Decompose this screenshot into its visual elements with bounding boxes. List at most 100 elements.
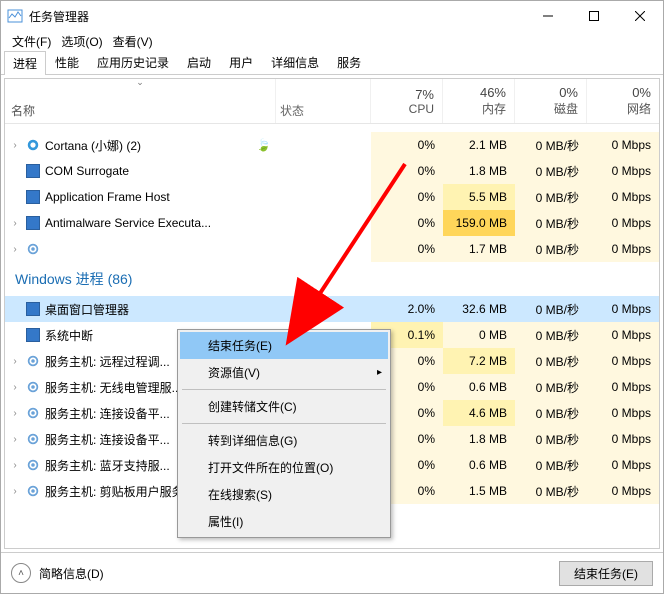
header-status[interactable]: 状态 <box>276 79 371 123</box>
process-name: 服务主机: 蓝牙支持服... <box>45 457 170 474</box>
process-name: 系统中断 <box>45 327 93 344</box>
header-disk-label: 磁盘 <box>554 100 578 117</box>
table-row[interactable]: ›Cortana (小娜) (2)🍃0%2.1 MB0 MB/秒0 Mbps <box>5 132 659 158</box>
ctx-create-dump-label: 创建转储文件(C) <box>208 398 297 415</box>
expand-toggle[interactable]: › <box>7 434 23 445</box>
end-task-button[interactable]: 结束任务(E) <box>559 561 653 586</box>
header-cpu-pct: 7% <box>415 87 434 102</box>
ctx-search-online-label: 在线搜索(S) <box>208 486 272 503</box>
disk-cell: 0 MB/秒 <box>515 184 587 210</box>
disk-cell: 0 MB/秒 <box>515 158 587 184</box>
disk-cell: 0 MB/秒 <box>515 400 587 426</box>
cpu-cell: 0% <box>371 184 443 210</box>
disk-cell: 0 MB/秒 <box>515 236 587 262</box>
group-header[interactable]: Windows 进程 (86) <box>5 262 659 296</box>
process-name: 服务主机: 远程过程调... <box>45 353 170 370</box>
maximize-button[interactable] <box>571 1 617 31</box>
tab-users[interactable]: 用户 <box>220 50 262 74</box>
memory-cell: 0.6 MB <box>443 452 515 478</box>
process-icon <box>25 483 41 499</box>
expand-toggle[interactable]: › <box>7 218 23 229</box>
ctx-properties[interactable]: 属性(I) <box>180 508 388 535</box>
ctx-create-dump[interactable]: 创建转储文件(C) <box>180 393 388 420</box>
tab-startup[interactable]: 启动 <box>178 50 220 74</box>
memory-cell: 1.7 MB <box>443 236 515 262</box>
process-name: 服务主机: 连接设备平... <box>45 405 170 422</box>
disk-cell: 0 MB/秒 <box>515 426 587 452</box>
name-cell <box>23 241 276 257</box>
expand-toggle[interactable]: › <box>7 460 23 471</box>
process-icon <box>25 163 41 179</box>
memory-cell: 0.6 MB <box>443 374 515 400</box>
header-network[interactable]: 0% 网络 <box>587 79 659 123</box>
menu-file[interactable]: 文件(F) <box>7 33 56 50</box>
expand-toggle[interactable]: › <box>7 244 23 255</box>
disk-cell: 0 MB/秒 <box>515 322 587 348</box>
minimize-button[interactable] <box>525 1 571 31</box>
header-disk[interactable]: 0% 磁盘 <box>515 79 587 123</box>
memory-cell: 1.8 MB <box>443 426 515 452</box>
ctx-resource-values[interactable]: 资源值(V) ▸ <box>180 359 388 386</box>
network-cell: 0 Mbps <box>587 132 659 158</box>
tab-performance[interactable]: 性能 <box>46 50 88 74</box>
process-name: 服务主机: 连接设备平... <box>45 431 170 448</box>
tab-strip: 进程 性能 应用历史记录 启动 用户 详细信息 服务 <box>1 51 663 75</box>
process-icon <box>25 405 41 421</box>
cpu-cell: 2.0% <box>371 296 443 322</box>
expand-toggle[interactable]: › <box>7 140 23 151</box>
fewer-details-label[interactable]: 简略信息(D) <box>39 565 104 582</box>
tab-app-history[interactable]: 应用历史记录 <box>88 50 178 74</box>
process-icon <box>25 301 41 317</box>
menu-options[interactable]: 选项(O) <box>56 33 107 50</box>
network-cell: 0 Mbps <box>587 478 659 504</box>
memory-cell: 1.8 MB <box>443 158 515 184</box>
expand-toggle[interactable]: › <box>7 408 23 419</box>
header-name[interactable]: ⌄ 名称 <box>5 79 276 123</box>
ctx-separator <box>182 389 386 390</box>
process-icon <box>25 137 41 153</box>
network-cell: 0 Mbps <box>587 210 659 236</box>
tab-processes[interactable]: 进程 <box>4 51 46 75</box>
table-row[interactable]: Application Frame Host0%5.5 MB0 MB/秒0 Mb… <box>5 184 659 210</box>
ctx-open-location[interactable]: 打开文件所在的位置(O) <box>180 454 388 481</box>
table-row[interactable]: ›Antimalware Service Executa...0%159.0 M… <box>5 210 659 236</box>
ctx-end-task[interactable]: 结束任务(E) <box>180 332 388 359</box>
header-memory[interactable]: 46% 内存 <box>443 79 515 123</box>
tab-details[interactable]: 详细信息 <box>262 50 328 74</box>
tab-services[interactable]: 服务 <box>328 50 370 74</box>
cpu-cell: 0% <box>371 158 443 184</box>
network-cell: 0 Mbps <box>587 400 659 426</box>
table-row[interactable]: 桌面窗口管理器2.0%32.6 MB0 MB/秒0 Mbps <box>5 296 659 322</box>
expand-toggle[interactable]: › <box>7 382 23 393</box>
network-cell: 0 Mbps <box>587 296 659 322</box>
expand-toggle[interactable]: › <box>7 486 23 497</box>
window-title: 任务管理器 <box>29 8 525 25</box>
header-memory-pct: 46% <box>480 85 506 100</box>
header-network-label: 网络 <box>627 100 651 117</box>
close-button[interactable] <box>617 1 663 31</box>
ctx-search-online[interactable]: 在线搜索(S) <box>180 481 388 508</box>
header-cpu-label: CPU <box>409 102 434 116</box>
process-name: 桌面窗口管理器 <box>45 301 129 318</box>
memory-cell: 4.6 MB <box>443 400 515 426</box>
ctx-goto-details[interactable]: 转到详细信息(G) <box>180 427 388 454</box>
status-bar: ˄ 简略信息(D) 结束任务(E) <box>1 552 663 593</box>
network-cell: 0 Mbps <box>587 426 659 452</box>
disk-cell: 0 MB/秒 <box>515 478 587 504</box>
header-memory-label: 内存 <box>482 100 506 117</box>
process-name: 服务主机: 无线电管理服... <box>45 379 182 396</box>
table-row[interactable]: COM Surrogate0%1.8 MB0 MB/秒0 Mbps <box>5 158 659 184</box>
ctx-properties-label: 属性(I) <box>208 513 243 530</box>
process-icon <box>25 379 41 395</box>
header-cpu[interactable]: 7% CPU <box>371 79 443 123</box>
fewer-details-toggle[interactable]: ˄ <box>11 563 31 583</box>
expand-toggle[interactable]: › <box>7 356 23 367</box>
header-name-label: 名称 <box>11 102 267 119</box>
process-name: COM Surrogate <box>45 164 129 178</box>
column-headers: ⌄ 名称 状态 7% CPU 46% 内存 0% 磁盘 0% 网络 <box>5 79 659 124</box>
process-icon <box>25 431 41 447</box>
name-cell: COM Surrogate <box>23 163 276 179</box>
table-row[interactable]: ›0%1.7 MB0 MB/秒0 Mbps <box>5 236 659 262</box>
menu-view[interactable]: 查看(V) <box>108 33 158 50</box>
context-menu: 结束任务(E) 资源值(V) ▸ 创建转储文件(C) 转到详细信息(G) 打开文… <box>177 329 391 538</box>
